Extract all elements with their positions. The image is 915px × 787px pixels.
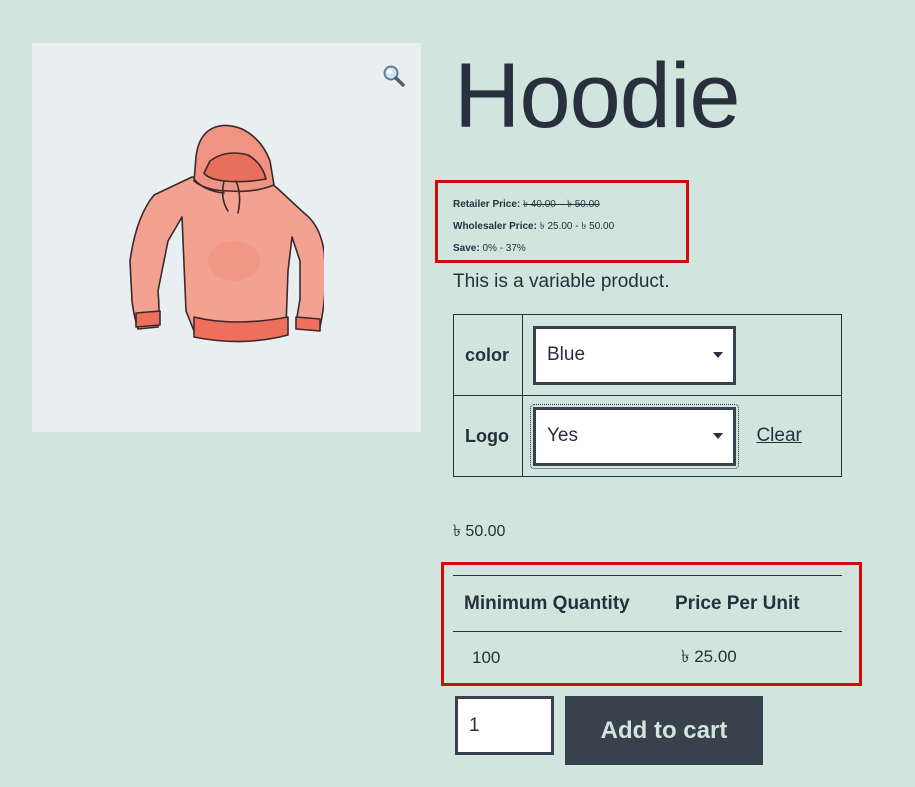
tier-header-price: Price Per Unit — [675, 575, 842, 632]
tier-pricing-table: Minimum Quantity Price Per Unit 100 ৳ 25… — [453, 575, 842, 684]
product-title: Hoodie — [454, 45, 741, 147]
tier-header-min-qty: Minimum Quantity — [453, 575, 675, 632]
logo-select[interactable]: Yes — [533, 406, 736, 466]
add-to-cart-button[interactable]: Add to cart — [565, 696, 763, 765]
tier-price: ৳ 25.00 — [681, 646, 737, 666]
chevron-down-icon — [713, 433, 723, 439]
product-gallery — [32, 43, 421, 432]
retailer-price-value: ৳ 40.00 – ৳ 50.00 — [523, 199, 600, 210]
variation-label-color: color — [453, 314, 523, 396]
table-row: 100 ৳ 25.00 — [453, 632, 842, 684]
color-select[interactable]: Blue — [533, 325, 736, 385]
variation-row-logo: Logo Yes Clear — [453, 395, 842, 477]
variation-row-color: color Blue — [453, 314, 842, 396]
chevron-down-icon — [713, 352, 723, 358]
quantity-input[interactable]: 1 — [455, 696, 554, 755]
retailer-price-label: Retailer Price: — [453, 199, 521, 210]
zoom-icon[interactable] — [381, 63, 407, 89]
retailer-price-row: Retailer Price: ৳ 40.00 – ৳ 50.00 — [453, 194, 686, 216]
quantity-value: 1 — [469, 714, 480, 736]
hoodie-image — [129, 124, 324, 343]
tier-min-qty: 100 — [472, 647, 501, 667]
variation-price: ৳ 50.00 — [453, 523, 506, 540]
save-value: 0% - 37% — [482, 243, 526, 254]
logo-select-value: Yes — [547, 425, 578, 446]
wholesaler-price-row: Wholesaler Price: ৳ 25.00 - ৳ 50.00 — [453, 216, 686, 238]
wholesaler-price-label: Wholesaler Price: — [453, 221, 537, 232]
wholesale-price-info: Retailer Price: ৳ 40.00 – ৳ 50.00 Wholes… — [435, 180, 689, 263]
color-select-value: Blue — [547, 344, 586, 365]
variation-label-logo: Logo — [453, 395, 523, 477]
tier-pricing-box: Minimum Quantity Price Per Unit 100 ৳ 25… — [441, 562, 862, 686]
clear-variations-link[interactable]: Clear — [756, 425, 801, 446]
product-description: This is a variable product. — [453, 271, 670, 292]
save-row: Save: 0% - 37% — [453, 238, 686, 260]
variations-table: color Blue Logo Yes Clear — [453, 314, 842, 477]
save-label: Save: — [453, 243, 480, 254]
wholesaler-price-value: ৳ 25.00 - ৳ 50.00 — [539, 221, 615, 232]
